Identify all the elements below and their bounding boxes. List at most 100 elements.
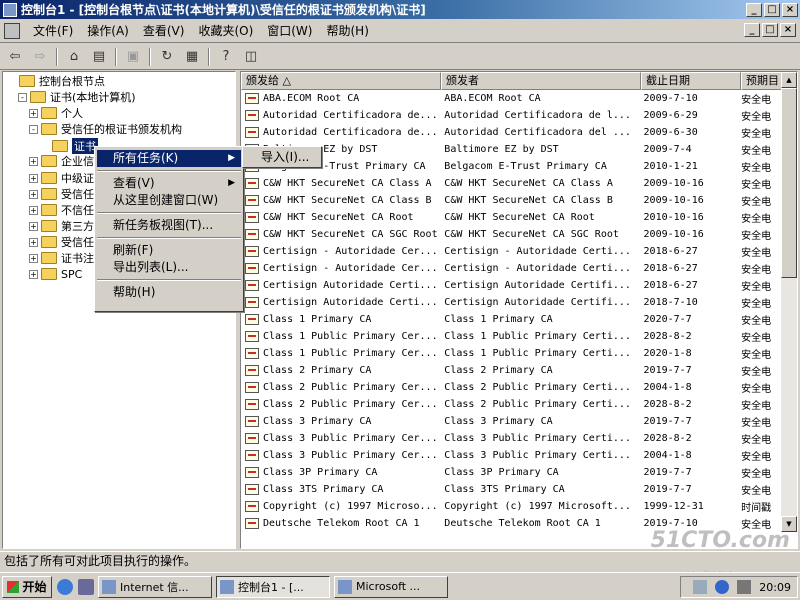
expand-icon[interactable]: + xyxy=(29,173,38,183)
help-icon[interactable]: ? xyxy=(215,47,237,67)
tree-node[interactable]: - 受信任的根证书颁发机构 xyxy=(29,121,182,137)
minimize-button[interactable]: _ xyxy=(746,2,762,17)
tree-node[interactable]: 证书 xyxy=(52,138,98,154)
menu-help[interactable]: 帮助(H) xyxy=(319,22,375,39)
refresh-icon[interactable]: ↻ xyxy=(156,47,178,67)
expand-icon[interactable]: + xyxy=(29,253,38,263)
close-button[interactable]: × xyxy=(782,2,798,17)
table-row[interactable]: C&W HKT SecureNet CA SGC Root C&W HKT Sec… xyxy=(241,226,781,243)
vertical-scrollbar[interactable]: ▲ ▼ xyxy=(781,72,797,532)
tree-node[interactable]: + 第三方 xyxy=(29,218,94,234)
export-list-icon[interactable]: ▦ xyxy=(181,47,203,67)
expand-icon[interactable]: + xyxy=(29,269,38,279)
forward-icon[interactable]: ⇨ xyxy=(29,47,51,67)
child-close-button[interactable]: × xyxy=(780,23,796,37)
menu-favorites[interactable]: 收藏夹(O) xyxy=(191,22,260,39)
taskbar-button-internet[interactable]: Internet 信... xyxy=(98,575,212,598)
table-row[interactable]: Autoridad Certificadora de... Autoridad C… xyxy=(241,124,781,141)
context-menu-item[interactable]: 查看(V) ▶ xyxy=(97,175,241,192)
expand-icon[interactable]: + xyxy=(29,108,38,118)
menu-view[interactable]: 查看(V) xyxy=(136,22,192,39)
table-row[interactable]: Class 3 Public Primary Cer... Class 3 Pub… xyxy=(241,447,781,464)
context-menu-item[interactable]: 从这里创建窗口(W) xyxy=(97,192,241,209)
column-purposes[interactable]: 预期目 xyxy=(741,72,783,90)
cell-issued-to: C&W HKT SecureNet CA SGC Root xyxy=(263,229,438,240)
volume-icon[interactable] xyxy=(737,580,752,594)
table-row[interactable]: C&W HKT SecureNet CA Root C&W HKT SecureN… xyxy=(241,209,781,226)
child-minimize-button[interactable]: _ xyxy=(744,23,760,37)
column-expiration[interactable]: 截止日期 xyxy=(641,72,741,90)
collapse-icon[interactable]: - xyxy=(18,92,27,102)
child-restore-button[interactable]: □ xyxy=(762,23,778,37)
table-row[interactable]: Class 1 Primary CA Class 1 Primary CA 2020… xyxy=(241,311,781,328)
tree-node[interactable]: + 证书注 xyxy=(29,250,94,266)
tree-node[interactable]: + 受信任 xyxy=(29,186,94,202)
table-row[interactable]: Class 2 Public Primary Cer... Class 2 Pub… xyxy=(241,396,781,413)
properties-icon[interactable]: ◫ xyxy=(240,47,262,67)
title-bar[interactable]: 控制台1 - [控制台根节点\证书(本地计算机)\受信任的根证书颁发机构\证书]… xyxy=(0,0,800,19)
delete-icon[interactable]: ▣ xyxy=(122,47,144,67)
scroll-up-icon[interactable]: ▲ xyxy=(781,72,797,88)
collapse-icon[interactable]: - xyxy=(29,124,38,134)
table-row[interactable]: Belgacom E-Trust Primary CA Belgacom E-Tr… xyxy=(241,158,781,175)
table-row[interactable]: Class 1 Public Primary Cer... Class 1 Pub… xyxy=(241,345,781,362)
menu-action[interactable]: 操作(A) xyxy=(80,22,136,39)
table-row[interactable]: Class 2 Primary CA Class 2 Primary CA 2019… xyxy=(241,362,781,379)
context-menu-item[interactable]: 新任务板视图(T)... xyxy=(97,217,241,234)
menu-window[interactable]: 窗口(W) xyxy=(260,22,319,39)
table-row[interactable]: Class 1 Public Primary Cer... Class 1 Pub… xyxy=(241,328,781,345)
show-hide-tree-icon[interactable]: ▤ xyxy=(88,47,110,67)
context-menu-item[interactable]: 帮助(H) xyxy=(97,284,241,301)
tree-node[interactable]: + 企业信 xyxy=(29,153,94,169)
mmc-icon[interactable] xyxy=(4,22,20,39)
table-row[interactable]: Certisign Autoridade Certi... Certisign A… xyxy=(241,277,781,294)
tree-node[interactable]: + 不信任 xyxy=(29,202,94,218)
tree-node[interactable]: + 中级证 xyxy=(29,170,94,186)
table-row[interactable]: Certisign - Autoridade Cer... Certisign -… xyxy=(241,243,781,260)
desktop-quicklaunch-icon[interactable] xyxy=(78,578,94,595)
table-row[interactable]: Baltimore EZ by DSTBaltimore EZ by DST20… xyxy=(241,141,781,158)
table-row[interactable]: Copyright (c) 1997 Microso... Copyright (… xyxy=(241,498,781,515)
context-menu-item[interactable]: 刷新(F) xyxy=(97,242,241,259)
table-row[interactable]: Class 3 Primary CA Class 3 Primary CA 2019… xyxy=(241,413,781,430)
expand-icon[interactable]: + xyxy=(29,237,38,247)
scroll-thumb[interactable] xyxy=(781,88,797,278)
expand-icon[interactable]: + xyxy=(29,205,38,215)
certificate-list[interactable]: 颁发给 △ 颁发者 截止日期 预期目 ABA.ECOM Root CA ABA.E… xyxy=(240,71,798,549)
tree-node[interactable]: + SPC xyxy=(29,266,82,282)
table-row[interactable]: Class 2 Public Primary Cer... Class 2 Pub… xyxy=(241,379,781,396)
context-menu-item[interactable]: 所有任务(K) ▶ xyxy=(97,150,241,167)
table-row[interactable]: Certisign - Autoridade Cer... Certisign -… xyxy=(241,260,781,277)
tree-node[interactable]: - 证书(本地计算机) xyxy=(18,89,136,105)
table-row[interactable]: Autoridad Certificadora de... Autoridad C… xyxy=(241,107,781,124)
taskbar-button-console[interactable]: 控制台1 - [... xyxy=(216,575,330,598)
menu-file[interactable]: 文件(F) xyxy=(26,22,80,39)
taskbar-button-microsoft[interactable]: Microsoft ... xyxy=(334,575,448,598)
back-icon[interactable]: ⇦ xyxy=(4,47,26,67)
tree-node[interactable]: + 受信任 xyxy=(29,234,94,250)
table-row[interactable]: C&W HKT SecureNet CA Class B C&W HKT Secu… xyxy=(241,192,781,209)
table-row[interactable]: Class 3 Public Primary Cer... Class 3 Pub… xyxy=(241,430,781,447)
start-button[interactable]: 开始 xyxy=(2,575,52,598)
context-menu-item[interactable]: 导出列表(L)... xyxy=(97,259,241,276)
help-tray-icon[interactable] xyxy=(715,580,730,594)
tree-node[interactable]: + 个人 xyxy=(29,105,83,121)
ie-quicklaunch-icon[interactable] xyxy=(57,578,73,595)
maximize-button[interactable]: □ xyxy=(764,2,780,17)
table-row[interactable]: ABA.ECOM Root CA ABA.ECOM Root CA 2009-7-1… xyxy=(241,90,781,107)
network-icon[interactable] xyxy=(693,580,708,594)
clock[interactable]: 20:09 xyxy=(759,581,791,594)
table-row[interactable]: C&W HKT SecureNet CA Class A C&W HKT Secu… xyxy=(241,175,781,192)
expand-icon[interactable]: + xyxy=(29,221,38,231)
table-row[interactable]: Class 3P Primary CA Class 3P Primary CA 20… xyxy=(241,464,781,481)
table-row[interactable]: Certisign Autoridade Certi... Certisign A… xyxy=(241,294,781,311)
tree-node[interactable]: 控制台根节点 xyxy=(19,73,105,89)
import-menu-item[interactable]: 导入(I)... xyxy=(245,149,319,166)
expand-icon[interactable]: + xyxy=(29,189,38,199)
expand-icon[interactable]: + xyxy=(29,156,38,166)
table-row[interactable]: Class 3TS Primary CA Class 3TS Primary CA… xyxy=(241,481,781,498)
column-issued-by[interactable]: 颁发者 xyxy=(441,72,641,90)
tree-node-label: 受信任 xyxy=(61,188,94,201)
up-folder-icon[interactable]: ⌂ xyxy=(63,47,85,67)
column-issued-to[interactable]: 颁发给 △ xyxy=(241,72,441,90)
